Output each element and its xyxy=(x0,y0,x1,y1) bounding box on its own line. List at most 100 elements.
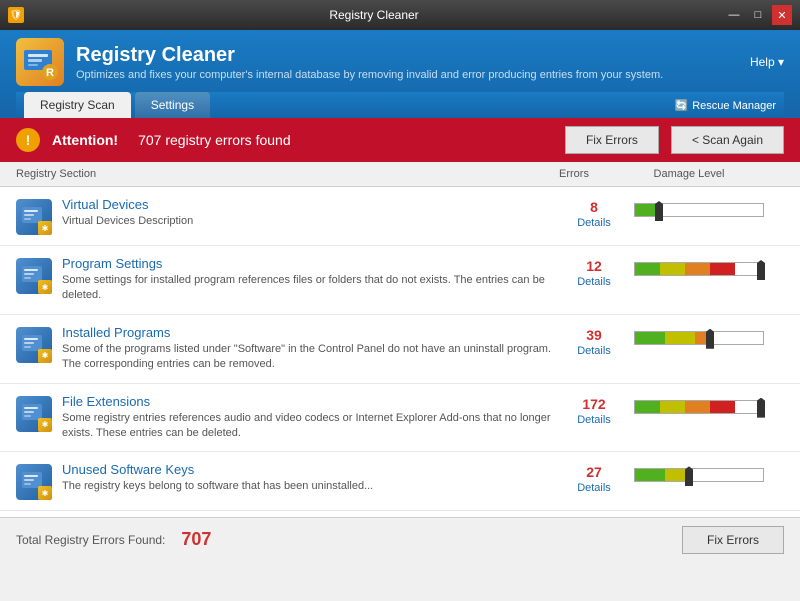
damage-orange xyxy=(685,401,710,413)
details-link[interactable]: Details xyxy=(577,414,611,426)
scan-again-button[interactable]: < Scan Again xyxy=(671,126,784,154)
row-errors: 27 Details xyxy=(554,462,634,494)
damage-bar xyxy=(634,262,764,276)
row-damage xyxy=(634,394,784,414)
row-icon-badge: ✱ xyxy=(38,418,52,432)
row-title[interactable]: File Extensions xyxy=(62,394,554,409)
row-title[interactable]: Unused Software Keys xyxy=(62,462,554,477)
damage-empty xyxy=(707,332,763,344)
footer-count: 707 xyxy=(181,529,211,550)
window-title: Registry Cleaner xyxy=(24,8,724,22)
row-desc: Virtual Devices Description xyxy=(62,214,554,229)
row-icon-badge: ✱ xyxy=(38,486,52,500)
row-errors: 8 Details xyxy=(554,197,634,229)
alert-icon: ! xyxy=(16,128,40,152)
maximize-button[interactable]: □ xyxy=(748,5,768,25)
logo-area: R Registry Cleaner Optimizes and fixes y… xyxy=(16,38,663,86)
rescue-icon: 🔄 xyxy=(675,99,689,112)
damage-yellow xyxy=(665,332,695,344)
row-errors: 39 Details xyxy=(554,325,634,357)
footer-fix-button[interactable]: Fix Errors xyxy=(682,526,784,554)
row-damage xyxy=(634,197,784,217)
main-content: ! Attention! 707 registry errors found F… xyxy=(0,118,800,561)
header-text: Registry Cleaner Optimizes and fixes you… xyxy=(76,44,663,81)
error-count: 27 xyxy=(554,464,634,480)
fix-errors-button[interactable]: Fix Errors xyxy=(565,126,659,154)
damage-empty xyxy=(655,204,763,216)
app-icon: 🛡 xyxy=(8,7,24,23)
row-content: Virtual Devices Virtual Devices Descript… xyxy=(62,197,554,229)
registry-icon: ✱ xyxy=(16,199,52,235)
damage-red xyxy=(710,263,735,275)
table-row: ✱ Program Settings Some settings for ins… xyxy=(0,246,800,315)
row-title[interactable]: Installed Programs xyxy=(62,325,554,340)
row-desc: The registry keys belong to software tha… xyxy=(62,479,554,494)
row-icon-badge: ✱ xyxy=(38,280,52,294)
damage-yellow xyxy=(665,469,685,481)
table-row: ✱ Unused Software Keys The registry keys… xyxy=(0,452,800,511)
row-desc: Some registry entries references audio a… xyxy=(62,411,554,442)
damage-green xyxy=(635,401,660,413)
damage-yellow xyxy=(660,401,685,413)
titlebar: 🛡 Registry Cleaner — □ ✕ xyxy=(0,0,800,30)
details-link[interactable]: Details xyxy=(577,345,611,357)
footer: Total Registry Errors Found: 707 Fix Err… xyxy=(0,517,800,561)
row-icon: ✱ xyxy=(16,396,52,432)
registry-list: ✱ Virtual Devices Virtual Devices Descri… xyxy=(0,187,800,517)
damage-bar xyxy=(634,331,764,345)
minimize-button[interactable]: — xyxy=(724,5,744,25)
table-row: ✱ File Extensions Some registry entries … xyxy=(0,384,800,453)
details-link[interactable]: Details xyxy=(577,217,611,229)
row-icon: ✱ xyxy=(16,464,52,500)
window-controls: — □ ✕ xyxy=(724,5,792,25)
table-row: ✱ Installed Programs Some of the program… xyxy=(0,315,800,384)
damage-empty xyxy=(685,469,763,481)
damage-bar xyxy=(634,400,764,414)
row-damage xyxy=(634,462,784,482)
damage-indicator xyxy=(757,260,765,280)
damage-bar xyxy=(634,468,764,482)
damage-yellow xyxy=(660,263,685,275)
header-top: R Registry Cleaner Optimizes and fixes y… xyxy=(16,38,784,86)
damage-indicator xyxy=(655,201,663,221)
attention-detail: 707 registry errors found xyxy=(138,132,291,148)
error-count: 8 xyxy=(554,199,634,215)
damage-indicator xyxy=(757,398,765,418)
row-content: Program Settings Some settings for insta… xyxy=(62,256,554,304)
damage-bar xyxy=(634,203,764,217)
row-content: Installed Programs Some of the programs … xyxy=(62,325,554,373)
col-section-header: Registry Section xyxy=(16,168,534,180)
error-count: 172 xyxy=(554,396,634,412)
row-icon-badge: ✱ xyxy=(38,221,52,235)
row-content: File Extensions Some registry entries re… xyxy=(62,394,554,442)
error-count: 39 xyxy=(554,327,634,343)
app-logo: R xyxy=(16,38,64,86)
row-desc: Some of the programs listed under "Softw… xyxy=(62,342,554,373)
details-link[interactable]: Details xyxy=(577,482,611,494)
row-title[interactable]: Program Settings xyxy=(62,256,554,271)
row-icon: ✱ xyxy=(16,327,52,363)
damage-green xyxy=(635,332,665,344)
table-row: ✱ Virtual Devices Virtual Devices Descri… xyxy=(0,187,800,246)
row-desc: Some settings for installed program refe… xyxy=(62,273,554,304)
registry-icon: ✱ xyxy=(16,464,52,500)
tab-registry-scan[interactable]: Registry Scan xyxy=(24,92,131,118)
damage-orange xyxy=(695,332,707,344)
damage-green xyxy=(635,263,660,275)
row-icon: ✱ xyxy=(16,199,52,235)
attention-bar: ! Attention! 707 registry errors found F… xyxy=(0,118,800,162)
details-link[interactable]: Details xyxy=(577,276,611,288)
damage-green xyxy=(635,469,665,481)
rescue-manager-button[interactable]: 🔄 Rescue Manager xyxy=(675,99,776,118)
app-subtitle: Optimizes and fixes your computer's inte… xyxy=(76,69,663,81)
help-button[interactable]: Help ▾ xyxy=(750,55,784,69)
col-damage-header: Damage Level xyxy=(614,168,784,180)
close-button[interactable]: ✕ xyxy=(772,5,792,25)
tab-settings[interactable]: Settings xyxy=(135,92,210,118)
row-title[interactable]: Virtual Devices xyxy=(62,197,554,212)
attention-label: Attention! xyxy=(52,132,118,148)
footer-label: Total Registry Errors Found: xyxy=(16,533,165,547)
row-errors: 172 Details xyxy=(554,394,634,426)
row-errors: 12 Details xyxy=(554,256,634,288)
error-count: 12 xyxy=(554,258,634,274)
